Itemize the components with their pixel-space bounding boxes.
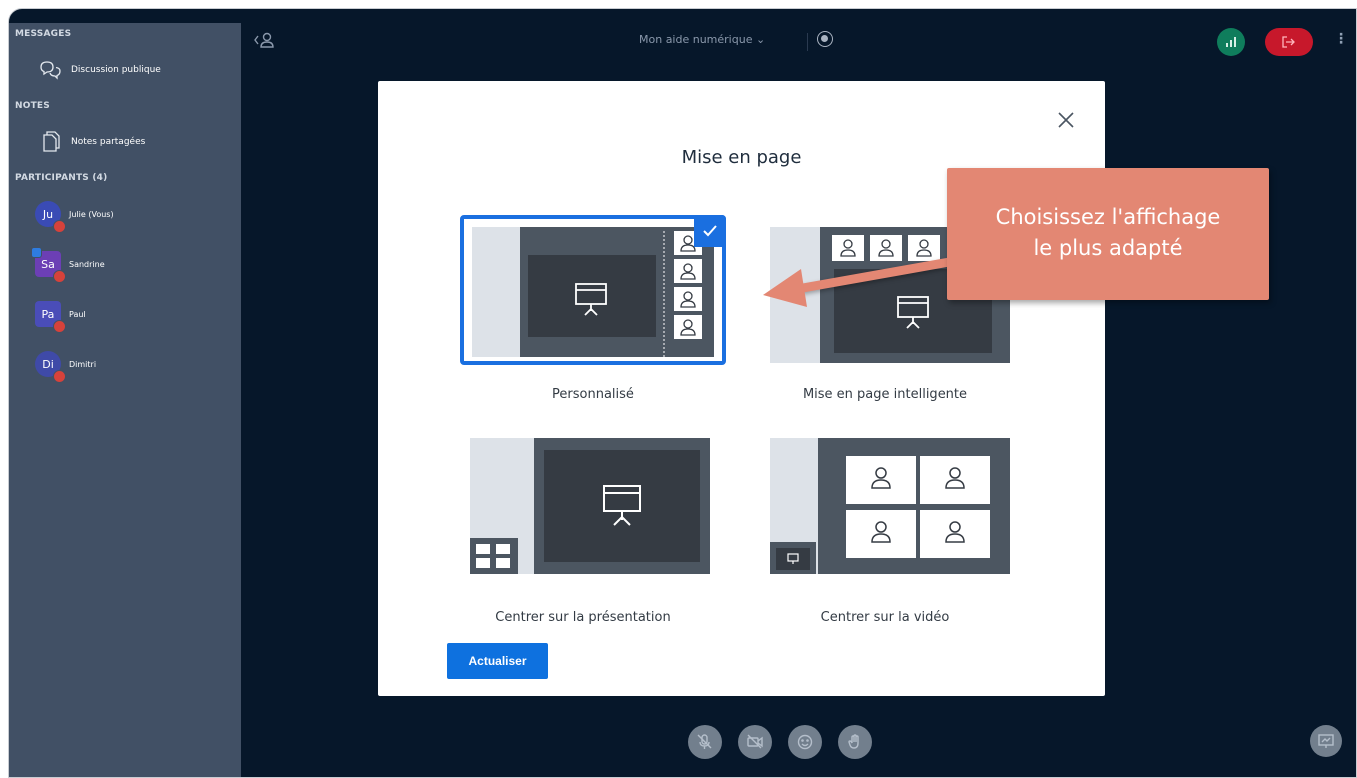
notes-icon bbox=[37, 131, 63, 153]
public-chat-item[interactable]: Discussion publique bbox=[9, 45, 241, 95]
muted-mic-icon bbox=[53, 320, 66, 333]
avatar: Sa bbox=[31, 247, 66, 283]
callout-line-1: Choisissez l'affichage bbox=[995, 205, 1221, 229]
meeting-title[interactable]: Mon aide numérique ⌄ bbox=[639, 33, 765, 46]
modal-title: Mise en page bbox=[681, 147, 802, 168]
tutorial-callout: Choisissez l'affichage le plus adapté bbox=[947, 168, 1269, 300]
participant-item[interactable]: Di Dimitri bbox=[9, 339, 241, 389]
divider bbox=[807, 33, 808, 51]
muted-mic-icon bbox=[53, 220, 66, 233]
layout-option-video[interactable]: Centrer sur la vidéo bbox=[770, 438, 1036, 625]
participant-name: Paul bbox=[69, 309, 86, 319]
presentation-toggle-button[interactable] bbox=[1310, 725, 1342, 757]
app-window: MESSAGES Discussion publique NOTES Notes… bbox=[8, 8, 1357, 778]
top-bar: Mon aide numérique ⌄ ⋮ bbox=[241, 23, 1356, 59]
check-icon bbox=[694, 215, 726, 247]
participant-name: Dimitri bbox=[69, 359, 97, 369]
avatar: Di bbox=[35, 351, 66, 383]
layout-thumbnail bbox=[470, 438, 736, 588]
shared-notes-label: Notes partagées bbox=[71, 137, 146, 147]
participant-name: Julie (Vous) bbox=[69, 209, 114, 219]
callout-arrow-icon bbox=[763, 256, 957, 307]
video-button[interactable] bbox=[738, 725, 772, 759]
layout-option-presentation[interactable]: Centrer sur la présentation bbox=[470, 438, 736, 625]
close-icon[interactable] bbox=[1055, 109, 1077, 131]
muted-mic-icon bbox=[53, 270, 66, 283]
messages-header: MESSAGES bbox=[15, 29, 72, 39]
layout-option-label: Personnalisé bbox=[552, 387, 634, 402]
layout-option-label: Centrer sur la présentation bbox=[495, 610, 671, 625]
sidebar: MESSAGES Discussion publique NOTES Notes… bbox=[9, 23, 241, 777]
public-chat-label: Discussion publique bbox=[71, 65, 161, 75]
avatar-initials: Sa bbox=[41, 257, 55, 271]
more-vertical-icon[interactable]: ⋮ bbox=[1334, 31, 1348, 47]
shared-notes-item[interactable]: Notes partagées bbox=[9, 117, 241, 167]
layout-option-label: Centrer sur la vidéo bbox=[820, 610, 950, 625]
layout-option-custom[interactable]: Personnalisé bbox=[460, 215, 726, 402]
presenter-icon bbox=[31, 247, 42, 258]
avatar: Ju bbox=[35, 201, 66, 233]
chat-icon bbox=[37, 59, 63, 81]
update-button[interactable]: Actualiser bbox=[447, 643, 548, 679]
mute-button[interactable] bbox=[688, 725, 722, 759]
notes-header: NOTES bbox=[15, 101, 50, 111]
layout-option-label: Mise en page intelligente bbox=[802, 387, 968, 402]
participant-item[interactable]: Sa Sandrine bbox=[9, 239, 241, 289]
callout-line-2: le plus adapté bbox=[1033, 236, 1183, 260]
toggle-userlist-icon[interactable] bbox=[253, 31, 275, 53]
muted-mic-icon bbox=[53, 370, 66, 383]
reactions-button[interactable] bbox=[788, 725, 822, 759]
participant-item[interactable]: Pa Paul bbox=[9, 289, 241, 339]
avatar-initials: Ju bbox=[42, 207, 54, 221]
layout-thumbnail bbox=[770, 438, 1036, 588]
raise-hand-button[interactable] bbox=[838, 725, 872, 759]
participants-header: PARTICIPANTS (4) bbox=[15, 173, 108, 183]
avatar: Pa bbox=[35, 301, 66, 333]
participant-name: Sandrine bbox=[69, 259, 105, 269]
avatar-initials: Pa bbox=[41, 307, 55, 321]
avatar-initials: Di bbox=[42, 357, 54, 371]
participant-item[interactable]: Ju Julie (Vous) bbox=[9, 189, 241, 239]
layout-thumbnail bbox=[460, 215, 726, 365]
leave-icon[interactable] bbox=[1265, 28, 1313, 56]
signal-bars-icon[interactable] bbox=[1217, 28, 1245, 56]
record-icon[interactable] bbox=[817, 31, 833, 47]
